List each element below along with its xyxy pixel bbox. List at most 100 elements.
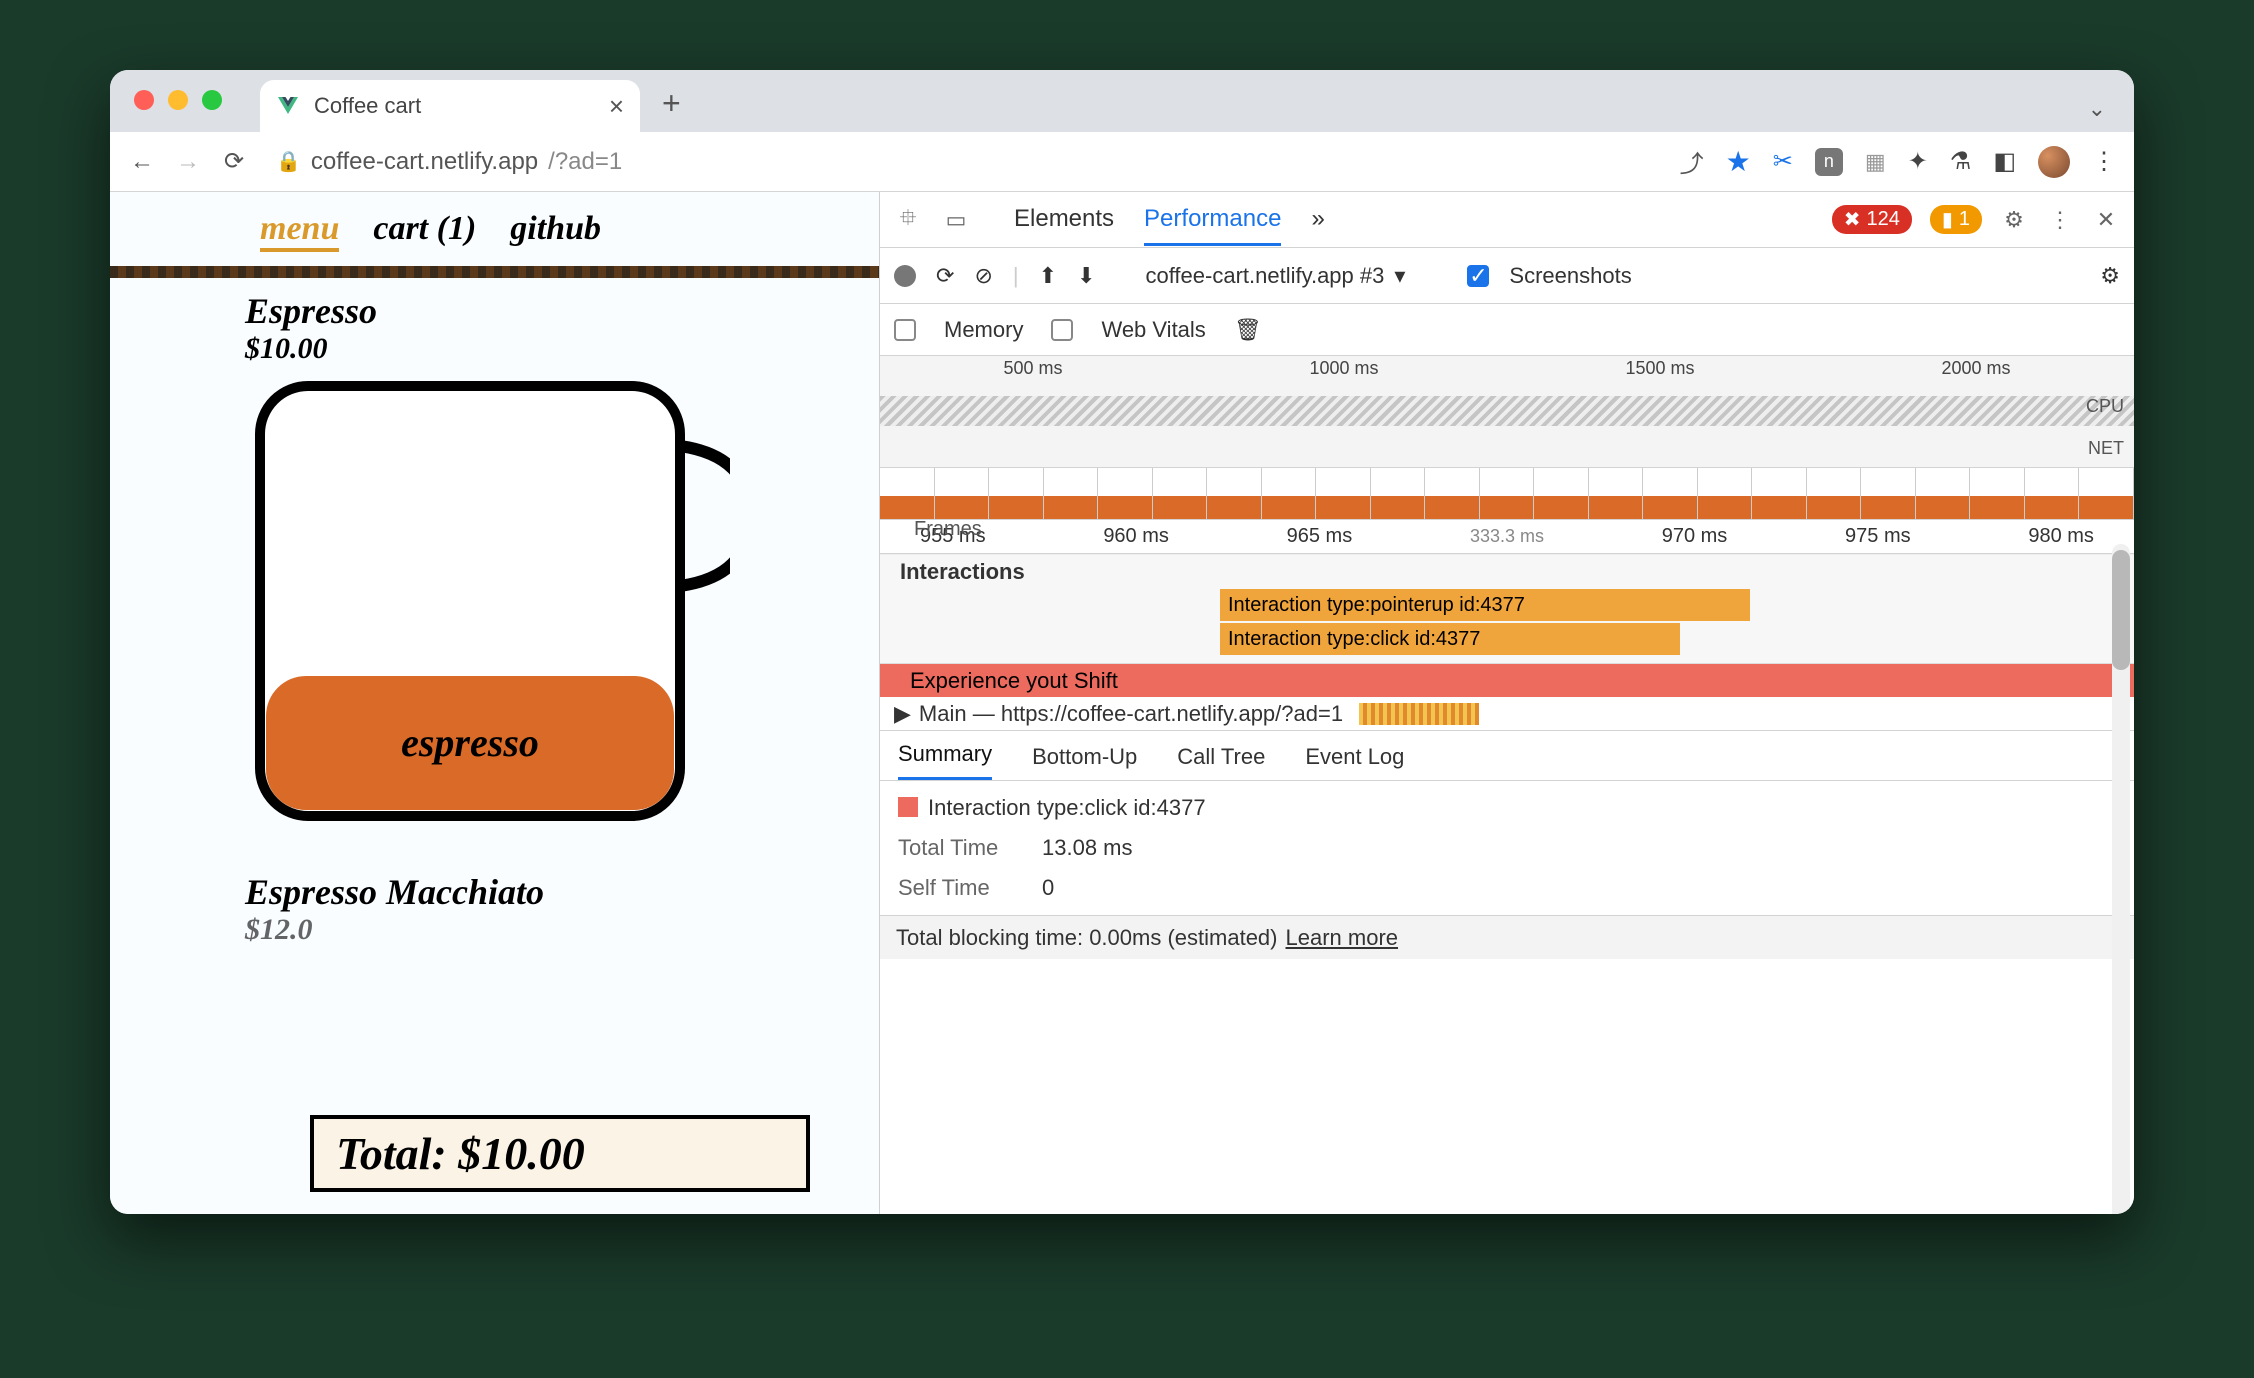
subtab-summary[interactable]: Summary — [898, 741, 992, 780]
scissors-icon[interactable]: ✂ — [1773, 147, 1793, 176]
time-ruler[interactable]: Frames 955 ms 960 ms 965 ms 333.3 ms 970… — [880, 520, 2134, 554]
total-time-label: Total Time — [898, 835, 1018, 861]
main-track[interactable]: ▶ Main — https://coffee-cart.netlify.app… — [880, 697, 2134, 731]
back-icon[interactable]: ← — [128, 148, 156, 176]
warning-count[interactable]: ▮ 1 — [1930, 205, 1982, 234]
total-time-value: 13.08 ms — [1042, 835, 1133, 861]
ruler-tick: 975 ms — [1845, 525, 1911, 548]
nav-github[interactable]: github — [510, 210, 601, 252]
memory-checkbox[interactable] — [894, 319, 916, 341]
filmstrip[interactable] — [880, 468, 2134, 520]
expand-icon[interactable]: ▶ — [894, 701, 911, 727]
screenshots-checkbox[interactable]: ✓ — [1467, 265, 1489, 287]
forward-icon[interactable]: → — [174, 148, 202, 176]
subtab-calltree[interactable]: Call Tree — [1177, 744, 1265, 780]
url-field[interactable]: 🔒 coffee-cart.netlify.app/?ad=1 — [276, 148, 622, 176]
toolbar-right: ⤴ ★ ✂ n ▦ ✦ ⚗ ◧ ⋮ — [1680, 144, 2116, 179]
record-icon[interactable] — [894, 265, 916, 287]
devtools-close-icon[interactable]: ✕ — [2092, 207, 2120, 233]
summary-title: Interaction type:click id:4377 — [898, 795, 2116, 821]
ov-tick: 1000 ms — [1309, 358, 1378, 379]
main-blocks — [1359, 703, 1479, 725]
interaction-bar[interactable]: Interaction type:click id:4377 — [1220, 623, 1680, 655]
webvitals-label: Web Vitals — [1101, 317, 1205, 343]
reload-icon[interactable]: ⟳ — [220, 147, 248, 176]
close-window-icon[interactable] — [134, 90, 154, 110]
recording-label: coffee-cart.netlify.app #3 — [1145, 263, 1384, 289]
device-toggle-icon[interactable]: ▭ — [942, 207, 970, 233]
clear-icon[interactable]: ⊘ — [974, 263, 992, 289]
devtools-menu-icon[interactable]: ⋮ — [2046, 207, 2074, 233]
window-controls — [134, 90, 222, 110]
item-name: Espresso — [110, 290, 879, 332]
share-icon[interactable]: ⤴ — [1680, 144, 1704, 179]
espresso-cup[interactable]: espresso — [250, 376, 730, 836]
ruler-tick: 980 ms — [2028, 525, 2094, 548]
recording-select[interactable]: coffee-cart.netlify.app #3 ▾ — [1145, 263, 1405, 289]
extensions-icon[interactable]: ✦ — [1908, 147, 1928, 176]
browser-menu-icon[interactable]: ⋮ — [2092, 147, 2116, 176]
details-tabs: Summary Bottom-Up Call Tree Event Log — [880, 731, 2134, 781]
item2-name: Espresso Macchiato — [110, 871, 879, 913]
tab-title: Coffee cart — [314, 93, 421, 119]
ruler-tick: 960 ms — [1103, 525, 1169, 548]
memory-label: Memory — [944, 317, 1023, 343]
subtab-eventlog[interactable]: Event Log — [1305, 744, 1404, 780]
cart-total[interactable]: Total: $10.00 — [310, 1115, 810, 1192]
settings-icon[interactable]: ⚙ — [2000, 207, 2028, 233]
inspect-icon[interactable]: ⯐ — [894, 201, 922, 239]
item2-price: $12.0 — [110, 913, 879, 947]
nav-cart[interactable]: cart (1) — [373, 210, 476, 252]
side-panel-icon[interactable]: ◧ — [1993, 147, 2016, 176]
perf-toolbar2: Memory Web Vitals 🗑 — [880, 304, 2134, 356]
cup-fill-label: espresso — [401, 720, 539, 765]
devtools: ⯐ ▭ Elements Performance » ✖ 124 ▮ 1 ⚙ ⋮… — [880, 192, 2134, 1214]
net-label: NET — [2088, 438, 2124, 459]
labs-icon[interactable]: ⚗ — [1950, 147, 1972, 176]
minimize-window-icon[interactable] — [168, 90, 188, 110]
interactions-track[interactable]: Interaction type:pointerup id:4377 Inter… — [880, 585, 2134, 663]
download-icon[interactable]: ⬇ — [1077, 263, 1095, 289]
subtab-bottomup[interactable]: Bottom-Up — [1032, 744, 1137, 780]
scrollbar-thumb[interactable] — [2112, 550, 2130, 670]
devtools-tabs: Elements Performance » — [1014, 193, 1325, 246]
tab-elements[interactable]: Elements — [1014, 193, 1114, 246]
frames-label: Frames — [890, 518, 1006, 541]
bookmark-icon[interactable]: ★ — [1726, 145, 1751, 178]
new-tab-icon[interactable]: + — [662, 85, 681, 132]
self-time-label: Self Time — [898, 875, 1018, 901]
content-area: menu cart (1) github Espresso $10.00 esp… — [110, 192, 2134, 1214]
browser-tab[interactable]: Coffee cart × — [260, 80, 640, 132]
nav-menu[interactable]: menu — [260, 210, 339, 252]
interaction-bar[interactable]: Interaction type:pointerup id:4377 — [1220, 589, 1750, 621]
upload-icon[interactable]: ⬆ — [1039, 263, 1057, 289]
devtools-toolbar: ⯐ ▭ Elements Performance » ✖ 124 ▮ 1 ⚙ ⋮… — [880, 192, 2134, 248]
experience-row[interactable]: Experience yout Shift — [880, 663, 2134, 697]
tbt-learn-more[interactable]: Learn more — [1286, 925, 1399, 951]
tab-strip: Coffee cart × + ⌄ — [110, 70, 2134, 132]
ov-tick: 1500 ms — [1625, 358, 1694, 379]
extension-grid-icon[interactable]: ▦ — [1865, 149, 1886, 175]
summary-panel: Interaction type:click id:4377 Total Tim… — [880, 781, 2134, 915]
vue-icon — [276, 94, 300, 118]
reload-record-icon[interactable]: ⟳ — [936, 263, 954, 289]
close-tab-icon[interactable]: × — [609, 91, 624, 122]
divider-beans — [110, 266, 879, 278]
interactions-header: Interactions — [880, 554, 2134, 585]
trash-icon[interactable]: 🗑 — [1234, 317, 1262, 343]
error-count[interactable]: ✖ 124 — [1832, 205, 1912, 234]
perf-settings-icon[interactable]: ⚙ — [2100, 263, 2120, 289]
tab-performance[interactable]: Performance — [1144, 193, 1281, 246]
webvitals-checkbox[interactable] — [1051, 319, 1073, 341]
tabs-dropdown-icon[interactable]: ⌄ — [2088, 96, 2106, 132]
tbt-footer: Total blocking time: 0.00ms (estimated) … — [880, 915, 2134, 959]
maximize-window-icon[interactable] — [202, 90, 222, 110]
ruler-hint: 333.3 ms — [1470, 526, 1544, 547]
cpu-label: CPU — [2086, 396, 2124, 417]
chevron-down-icon: ▾ — [1394, 263, 1405, 289]
extension-n-icon[interactable]: n — [1815, 148, 1843, 176]
tab-more[interactable]: » — [1311, 193, 1324, 246]
overview[interactable]: 500 ms 1000 ms 1500 ms 2000 ms CPU NET — [880, 356, 2134, 468]
profile-avatar[interactable] — [2038, 146, 2070, 178]
lock-icon: 🔒 — [276, 149, 301, 174]
